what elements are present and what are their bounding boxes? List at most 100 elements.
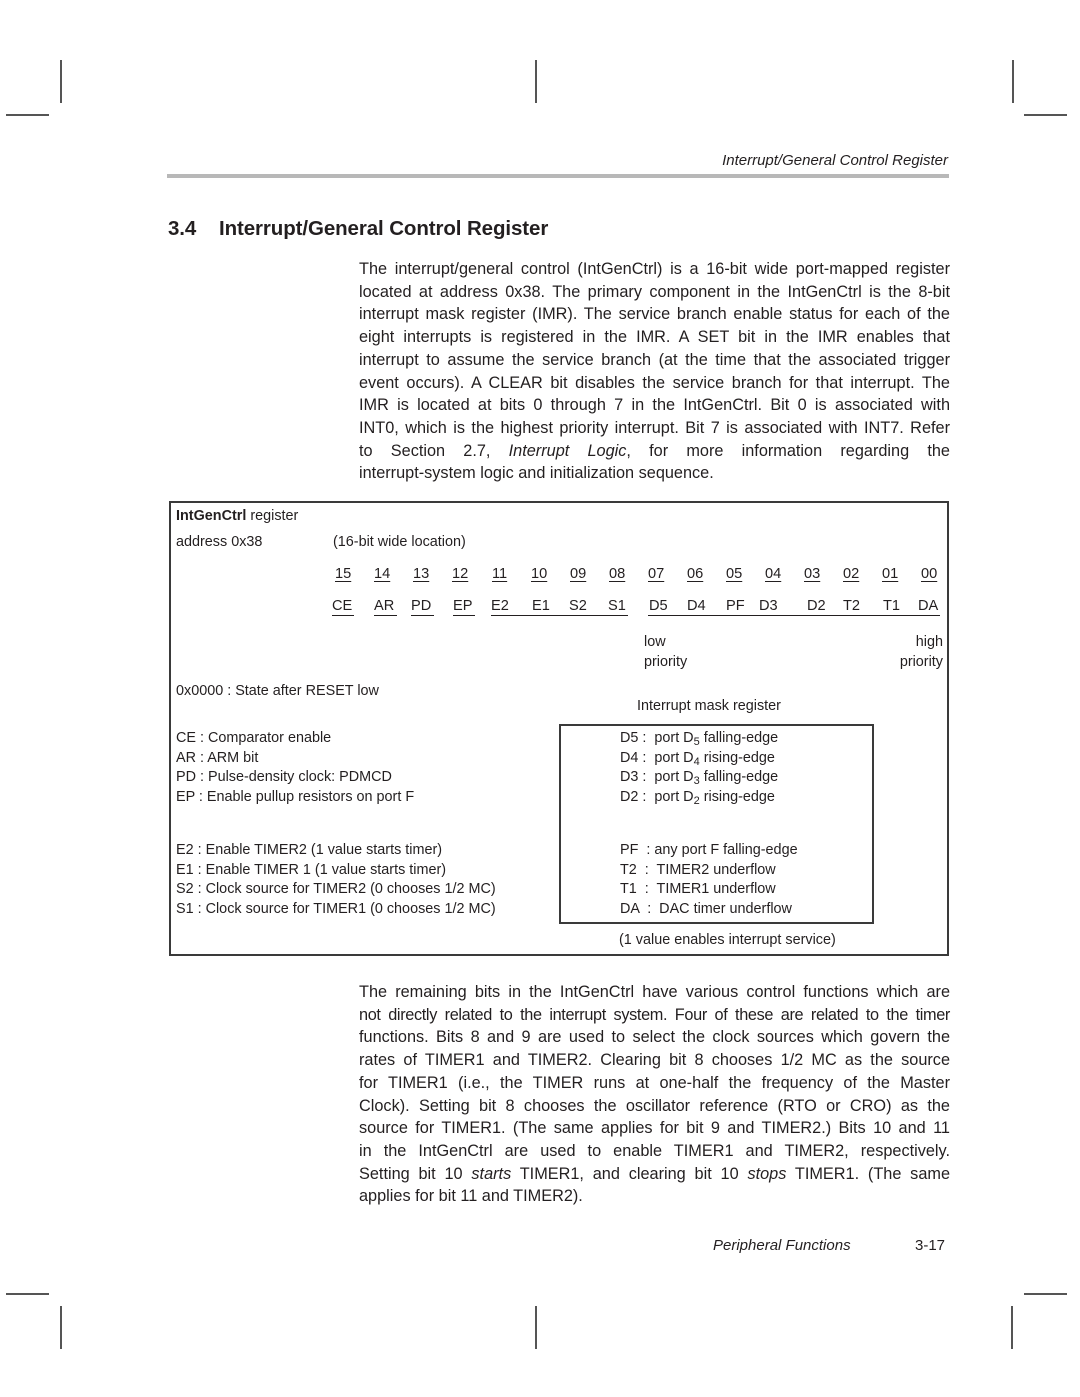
text-run: TIMER1. (The same (786, 1164, 950, 1183)
crop-mark (535, 1306, 537, 1349)
imr-desc: port D (654, 749, 694, 766)
imr-edge: falling-edge (699, 730, 779, 746)
legend-item: CE : Comparator enable (176, 730, 332, 746)
imr-edge: rising-edge (699, 788, 775, 805)
register-address: address 0x38 (176, 534, 263, 550)
bit-name: AR (374, 598, 395, 614)
imr-edge: rising-edge (699, 749, 775, 766)
priority-label: priority (899, 654, 943, 670)
bit-name: T2 (843, 598, 861, 614)
section-number: 3.4 (168, 217, 197, 240)
register-suffix: register (246, 508, 299, 524)
imr-item: D2 : port D2 rising-edge (620, 788, 775, 807)
bit-number: 15 (335, 566, 352, 582)
crop-mark (6, 1293, 49, 1295)
text-line: not directly related to the interrupt sy… (359, 1005, 950, 1024)
bit-number: 02 (843, 566, 860, 582)
text-line: in the IntGenCtrl are used to enable TIM… (359, 1141, 950, 1160)
low-priority-label: low priority (644, 632, 687, 672)
text-line: eight interrupts is registered in the IM… (359, 328, 950, 347)
imr-timer-legend: PF : any port F falling-edge T2 : TIMER2… (620, 841, 798, 919)
high-priority-label: high priority (900, 632, 943, 672)
bit-field-underline (411, 615, 434, 617)
bit-field-underline (453, 615, 475, 617)
bit-number: 13 (413, 566, 430, 582)
bit-name: E1 (532, 598, 550, 614)
imr-item: D3 : port D3 falling-edge (620, 769, 779, 787)
imr-note: (1 value enables interrupt service) (619, 932, 836, 948)
text-run: , for more information regarding the (626, 441, 950, 460)
bit-number: 05 (726, 566, 743, 582)
imr-item: T2 : TIMER2 underflow (620, 861, 776, 878)
register-name: IntGenCtrl (176, 508, 247, 524)
register-label: IntGenCtrl register (176, 508, 298, 524)
text-line: to Section 2.7, Interrupt Logic, for mor… (359, 440, 950, 463)
imr-item: DA : DAC timer underflow (620, 900, 792, 917)
text-line: located at address 0x38. The primary com… (359, 282, 950, 301)
text-line: interrupt-system logic and initializatio… (359, 464, 714, 483)
text-line: functions. Bits 8 and 9 are used to sele… (359, 1028, 950, 1047)
page-number: 3-17 (915, 1237, 946, 1254)
crop-mark (1024, 1293, 1067, 1295)
bit-name: EP (453, 598, 473, 614)
crop-mark (535, 60, 537, 103)
crop-mark (6, 114, 49, 116)
text-line: The remaining bits in the IntGenCtrl hav… (359, 983, 950, 1001)
timer-bit-legend: E2 : Enable TIMER2 (1 value starts timer… (176, 841, 496, 919)
bit-name: E2 (491, 598, 509, 614)
bit-number: 01 (882, 566, 899, 582)
text-line: interrupt to assume the service branch (… (359, 350, 950, 369)
priority-label: priority (644, 654, 688, 670)
imr-item: T1 : TIMER1 underflow (620, 881, 776, 898)
text-line: Clock). Setting bit 8 chooses the oscill… (359, 1096, 950, 1115)
bit-number: 11 (492, 566, 508, 582)
bit-field-underline (491, 615, 628, 617)
imr-desc: port D (654, 730, 694, 746)
crop-mark (60, 60, 62, 103)
bit-name: D2 (807, 598, 826, 614)
text-line: source for TIMER1. (The same applies for… (359, 1119, 950, 1138)
legend-item: S1 : Clock source for TIMER1 (0 chooses … (176, 900, 496, 917)
bit-name: S2 (569, 598, 587, 614)
bit-name: S1 (608, 598, 626, 614)
imr-edge: falling-edge (699, 769, 779, 786)
header-rule (167, 174, 949, 178)
imr-desc: port D (654, 769, 694, 786)
bit-name: DA (918, 598, 939, 614)
text-run: Setting bit 10 (359, 1164, 472, 1183)
imr-title: Interrupt mask register (637, 698, 781, 714)
text-line: rates of TIMER1 and TIMER2. Clearing bit… (359, 1051, 950, 1070)
bit-name: D3 (759, 598, 778, 614)
imr-code: D2 : (620, 788, 655, 805)
legend-item: S2 : Clock source for TIMER2 (0 chooses … (176, 881, 496, 898)
bit-number: 07 (648, 566, 665, 582)
bit-field-underline (332, 615, 354, 617)
bit-number: 12 (452, 566, 469, 582)
text-line: for TIMER1 (i.e., the TIMER runs at one-… (359, 1073, 950, 1092)
bit-number: 06 (687, 566, 704, 582)
text-line: Setting bit 10 starts TIMER1, and cleari… (359, 1163, 950, 1186)
control-bit-legend: CE : Comparator enable AR : ARM bit PD :… (176, 729, 414, 807)
emphasis: stops (747, 1164, 787, 1183)
imr-code: D4 : (620, 749, 655, 766)
text-run: TIMER1, and clearing bit 10 (511, 1164, 748, 1183)
imr-code: D5 : (620, 730, 655, 746)
bit-number: 10 (531, 566, 548, 582)
text-line: The interrupt/general control (IntGenCtr… (359, 260, 950, 278)
text-line: interrupt mask register (IMR). The servi… (359, 305, 950, 324)
text-line: applies for bit 11 and TIMER2). (359, 1187, 583, 1206)
imr-desc: port D (654, 788, 694, 805)
crop-mark (1012, 60, 1014, 103)
bit-name: PF (726, 598, 745, 614)
legend-item: E1 : Enable TIMER 1 (1 value starts time… (176, 861, 447, 878)
text-run: to Section 2.7, (359, 441, 509, 460)
bit-name: PD (411, 598, 432, 614)
intro-paragraph: The interrupt/general control (IntGenCtr… (359, 258, 950, 485)
bit-name: CE (332, 598, 353, 614)
emphasis: starts (471, 1164, 512, 1183)
low-label: low (644, 634, 666, 650)
bit-number: 14 (374, 566, 391, 582)
bit-field-underline (648, 615, 940, 617)
bit-name: T1 (883, 598, 901, 614)
legend-item: E2 : Enable TIMER2 (1 value starts timer… (176, 842, 443, 858)
